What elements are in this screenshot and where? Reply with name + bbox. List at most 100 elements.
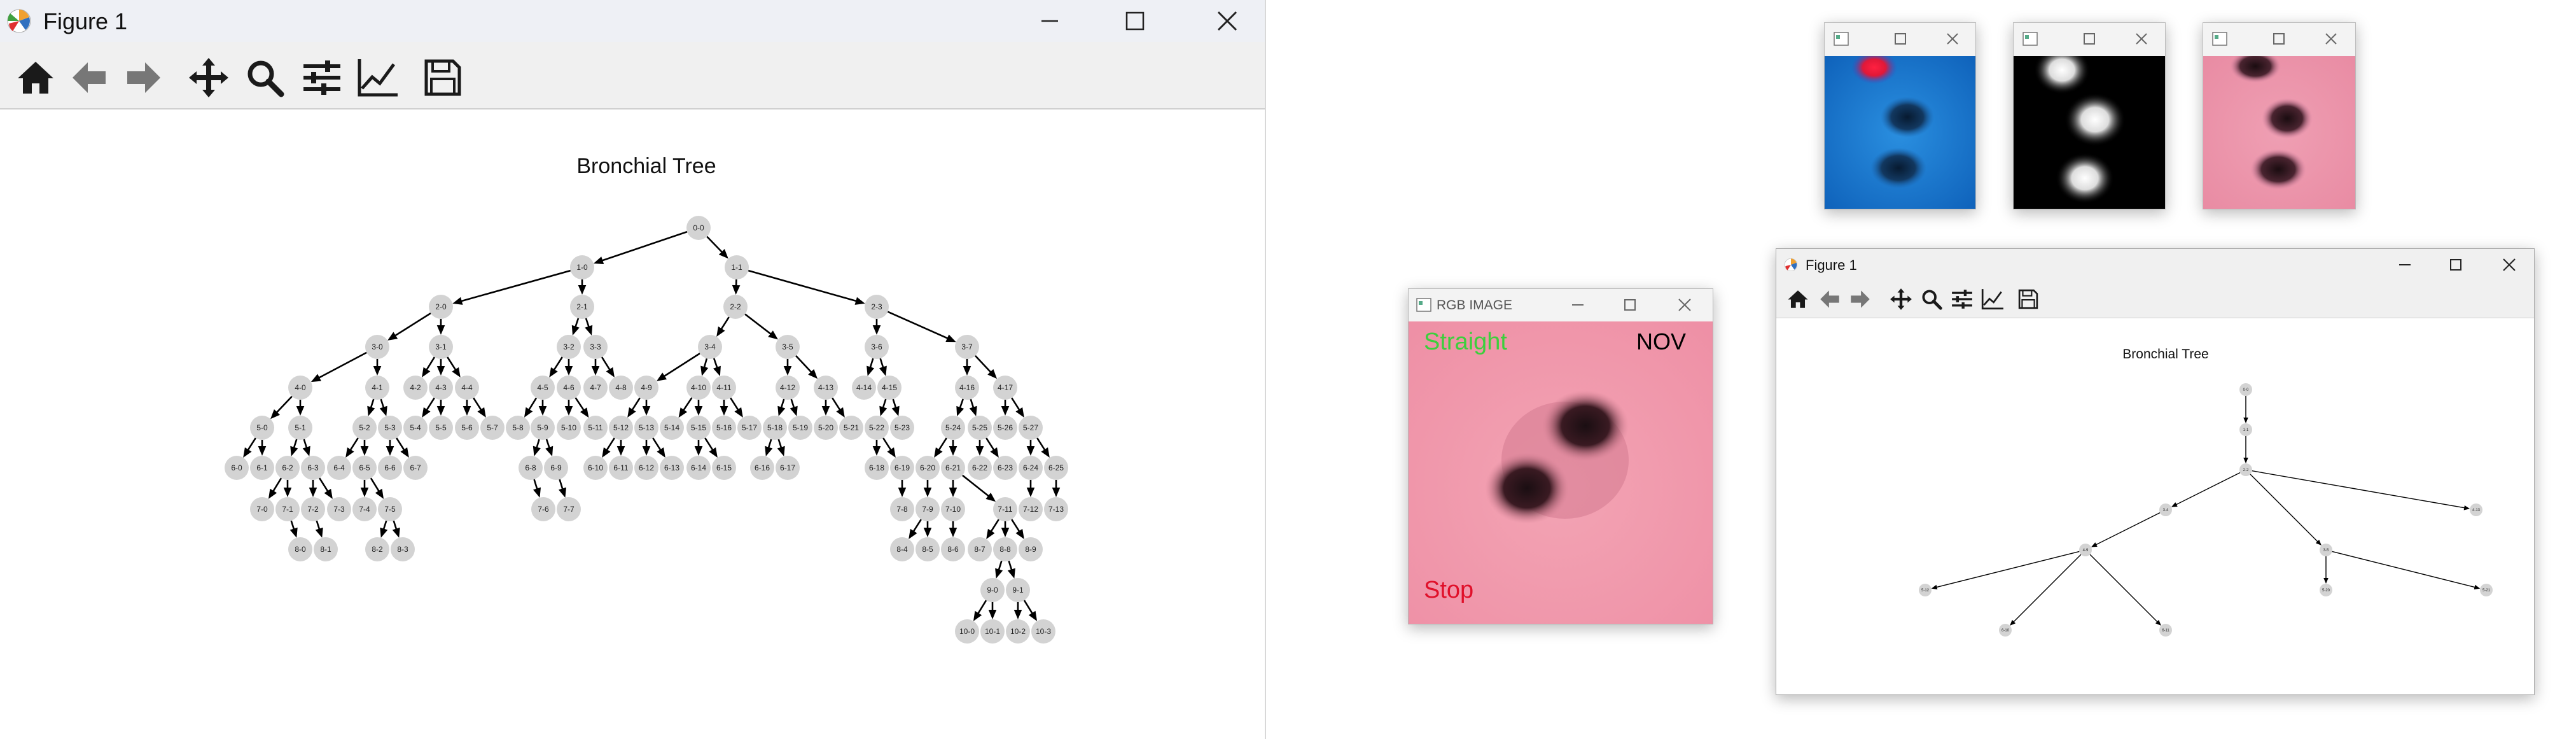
save-button[interactable] <box>2016 286 2041 312</box>
rgb-image-window: RGB IMAGE Straight NOV Stop <box>1408 288 1713 624</box>
tree-edge-arrowhead <box>392 527 400 538</box>
tree-edge <box>887 311 951 341</box>
tree-node-label: 4-2 <box>410 383 421 392</box>
tree-edge-arrowhead <box>315 527 323 538</box>
tree-edge-arrowhead <box>593 257 604 265</box>
close-icon[interactable] <box>2134 32 2148 46</box>
tree-edge-arrowhead <box>949 446 957 456</box>
tree-edge-arrowhead <box>373 366 382 376</box>
back-button[interactable] <box>1817 287 1842 311</box>
rgb-maximize-button[interactable] <box>1613 289 1647 321</box>
tree-edge <box>457 269 571 303</box>
home-button[interactable] <box>13 57 59 98</box>
tree-edge-arrowhead <box>309 488 317 497</box>
maximize-icon[interactable] <box>1893 32 1907 46</box>
forward-button[interactable] <box>121 57 167 98</box>
small-figure-window: Figure 1 Bronchial Tree 0-0 1-1 2-2 3-4 … <box>1776 248 2535 695</box>
minimize-button[interactable] <box>1024 0 1075 42</box>
tree-node-label: 5-12 <box>613 423 629 432</box>
tree-node-label: 5-6 <box>461 423 473 432</box>
tree-edge-arrowhead <box>642 406 651 416</box>
small-minimize-button[interactable] <box>2387 249 2423 281</box>
tree-edge <box>795 355 814 376</box>
maximize-icon[interactable] <box>2272 32 2286 46</box>
tree-node-label: 6-13 <box>664 463 679 472</box>
tree-node-label: 5-18 <box>767 423 783 432</box>
tree-edge <box>1934 551 2080 588</box>
tree-edge-arrowhead <box>627 407 636 418</box>
tree-edge-arrowhead <box>538 406 547 416</box>
back-button[interactable] <box>66 57 112 98</box>
tree-node-label: 4-14 <box>856 383 872 392</box>
zoom-magnifier-icon <box>247 60 284 97</box>
window-title: Figure 1 <box>43 8 128 34</box>
tree-node-label: 3-1 <box>435 342 447 351</box>
configure-subplots-button[interactable] <box>299 56 345 99</box>
rgb-titlebar[interactable]: RGB IMAGE <box>1409 289 1713 321</box>
tree-edge-arrowhead <box>379 405 387 416</box>
pan-button[interactable] <box>1888 286 1914 312</box>
tree-edge-arrowhead <box>243 447 252 458</box>
close-icon[interactable] <box>1946 32 1960 46</box>
tree-edge-arrowhead <box>872 325 881 335</box>
tree-edge-arrowhead <box>1015 407 1024 418</box>
tree-node-label: 2-2 <box>730 302 741 311</box>
small-titlebar[interactable]: Figure 1 <box>1776 249 2534 281</box>
tree-node-label: 4-13 <box>818 383 833 392</box>
zoom-button[interactable] <box>1919 286 1944 312</box>
tree-edge <box>2012 554 2082 624</box>
tree-edge <box>2250 474 2320 544</box>
maximize-button[interactable] <box>1110 0 1160 42</box>
edit-axis-button[interactable] <box>355 56 401 99</box>
home-button[interactable] <box>1785 287 1811 311</box>
tree-node-label: 8-5 <box>922 545 933 554</box>
tree-node-label: 7-5 <box>384 505 396 514</box>
tree-node-label: 3-7 <box>961 342 973 351</box>
tree-edge-arrowhead <box>616 446 625 456</box>
tree-edge-arrowhead <box>422 367 431 377</box>
close-button[interactable] <box>1199 0 1256 42</box>
small-close-button[interactable] <box>2491 249 2527 281</box>
configure-subplots-button[interactable] <box>1949 286 1975 312</box>
tree-edge-arrowhead <box>2474 584 2481 590</box>
tree-node-label: 5-25 <box>972 423 987 432</box>
tree-node-label: 6-21 <box>945 463 961 472</box>
tree-edge-arrowhead <box>2243 458 2248 463</box>
tree-node-label: 5-12 <box>1921 589 1930 593</box>
edit-axis-icon <box>1981 289 2003 310</box>
close-icon[interactable] <box>2324 32 2338 46</box>
zoom-button[interactable] <box>242 56 288 99</box>
close-icon <box>1217 11 1237 31</box>
tree-node-label: 6-0 <box>231 463 242 472</box>
thumb-titlebar[interactable] <box>2203 23 2355 55</box>
main-plot-canvas[interactable]: Bronchial Tree 0-0 1-0 1-1 2-0 2-1 2-2 2-3 3-0 3… <box>0 109 1265 739</box>
tree-node-label: 6-24 <box>1023 463 1038 472</box>
small-maximize-button[interactable] <box>2438 249 2474 281</box>
forward-arrow-icon <box>127 62 160 93</box>
tree-node-label: 7-0 <box>256 505 268 514</box>
tree-node-label: 9-1 <box>1012 586 1024 595</box>
tree-edge-arrowhead <box>1015 528 1024 539</box>
forward-button[interactable] <box>1848 287 1873 311</box>
save-button[interactable] <box>420 56 466 99</box>
thumb-titlebar[interactable] <box>2014 23 2165 55</box>
edit-axis-button[interactable] <box>1980 286 2005 312</box>
rgb-minimize-button[interactable] <box>1561 289 1594 321</box>
pan-button[interactable] <box>186 56 232 99</box>
maximize-icon[interactable] <box>2082 32 2096 46</box>
small-plot-canvas[interactable]: Bronchial Tree 0-0 1-1 2-2 3-4 3-5 4-9 4-13 5-2… <box>1776 319 2534 694</box>
tree-node-label: 6-25 <box>1048 463 1064 472</box>
tree-edge <box>599 230 688 263</box>
configure-subplots-icon <box>1952 290 1972 309</box>
rgb-close-button[interactable] <box>1666 289 1704 321</box>
tree-node-label: 6-20 <box>920 463 935 472</box>
tree-node-label: 8-1 <box>320 545 331 554</box>
tree-edge-arrowhead <box>923 528 932 537</box>
tree-node-label: 5-0 <box>256 423 268 432</box>
tree-node-label: 6-6 <box>384 463 396 472</box>
main-titlebar[interactable]: Figure 1 <box>0 0 1265 42</box>
tree-edge-arrowhead <box>360 446 369 456</box>
tree-edge-arrowhead <box>642 446 651 456</box>
pan-move-icon <box>1890 288 1912 310</box>
thumb-titlebar[interactable] <box>1825 23 1975 55</box>
